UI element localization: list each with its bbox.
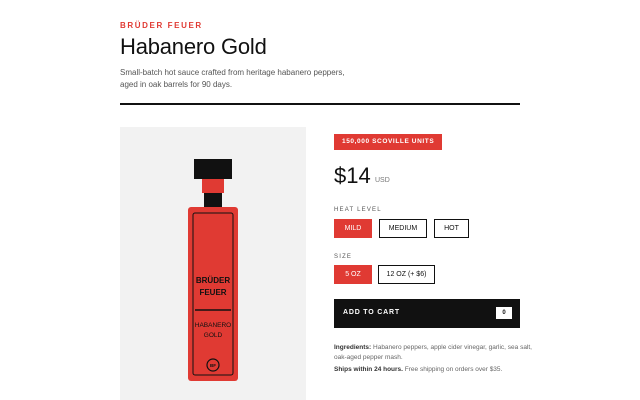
size-label: SIZE <box>334 254 353 260</box>
price: $14 <box>334 163 371 188</box>
shipping-info: Ships within 24 hours. Free shipping on … <box>334 365 534 375</box>
bottle-brand-line1: BRÜDER <box>196 276 230 285</box>
add-to-cart-label: ADD TO CART <box>343 309 400 316</box>
heat-option-hot[interactable]: HOT <box>434 219 469 238</box>
bottle-neck <box>204 193 222 207</box>
ingredients-info: Ingredients: Habanero peppers, apple cid… <box>334 343 534 363</box>
size-option-12oz[interactable]: 12 OZ (+ $6) <box>378 265 435 284</box>
bottle-variety-line2: GOLD <box>204 332 223 339</box>
bottle-cap-band <box>202 179 224 193</box>
brand-name: BRÜDER FEUER <box>120 21 203 30</box>
add-to-cart-button[interactable]: ADD TO CART 0 <box>334 299 520 328</box>
product-description: Small-batch hot sauce crafted from herit… <box>120 68 345 89</box>
bottle-cap <box>194 159 232 179</box>
scoville-badge: 150,000 SCOVILLE UNITS <box>334 134 443 150</box>
bottle-brand-line2: FEUER <box>199 288 226 297</box>
bottle-variety-line1: HABANERO <box>195 322 231 329</box>
section-divider <box>120 103 520 105</box>
product-image: BRÜDER FEUER HABANERO GOLD BF <box>120 127 306 400</box>
product-title: Habanero Gold <box>120 34 267 59</box>
size-option-5oz[interactable]: 5 OZ <box>334 265 372 284</box>
bottle-illustration: BRÜDER FEUER HABANERO GOLD BF <box>188 159 238 381</box>
shipping-label: Ships within 24 hours. <box>334 366 403 373</box>
currency: USD <box>375 177 390 184</box>
shipping-text: Free shipping on orders over $35. <box>402 366 503 373</box>
heat-option-mild[interactable]: MILD <box>334 219 372 238</box>
heat-level-label: HEAT LEVEL <box>334 207 382 213</box>
ingredients-label: Ingredients: <box>334 344 372 351</box>
bottle-seal-text: BF <box>210 363 216 368</box>
heat-option-medium[interactable]: MEDIUM <box>379 219 427 238</box>
cart-count-badge: 0 <box>496 307 512 319</box>
